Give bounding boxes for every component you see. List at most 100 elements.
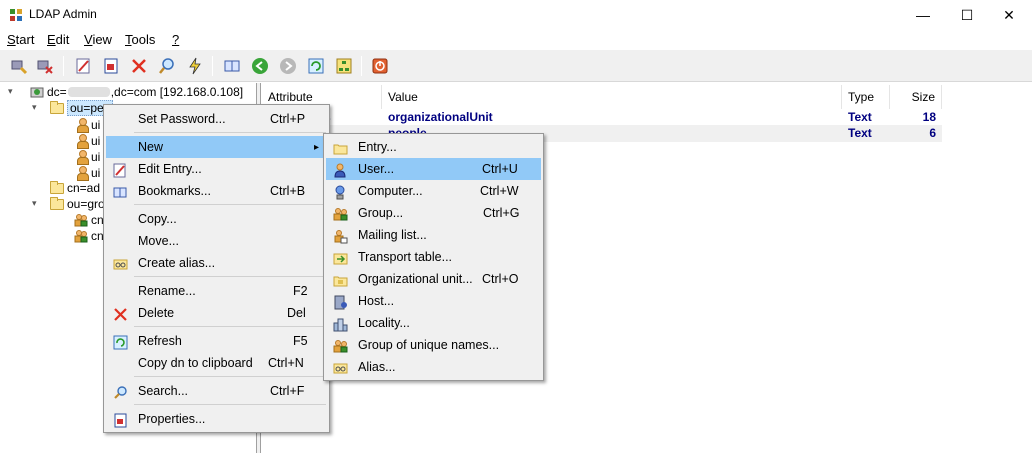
tree-user[interactable]: ui bbox=[76, 133, 100, 149]
menu-item-properties[interactable]: Properties... bbox=[106, 408, 327, 430]
ou-icon bbox=[332, 272, 348, 288]
transport-table-icon bbox=[332, 250, 348, 266]
quick-search-icon[interactable] bbox=[185, 56, 205, 76]
menu-edit[interactable]: Edit bbox=[47, 32, 69, 47]
menu-item-search[interactable]: Search... Ctrl+F bbox=[106, 380, 327, 402]
exit-icon[interactable] bbox=[370, 56, 390, 76]
menu-item-move[interactable]: Move... bbox=[106, 230, 327, 252]
context-menu: Set Password... Ctrl+P New ▸ Edit Entry.… bbox=[103, 104, 330, 433]
menu-item-edit-entry[interactable]: Edit Entry... bbox=[106, 158, 327, 180]
refresh-icon bbox=[112, 334, 128, 350]
properties-icon[interactable] bbox=[101, 56, 121, 76]
window-title: LDAP Admin bbox=[29, 7, 97, 21]
mailing-list-icon bbox=[332, 228, 348, 244]
properties-icon bbox=[112, 412, 128, 428]
submenu-item-locality[interactable]: Locality... bbox=[326, 312, 541, 334]
bookmarks-icon[interactable] bbox=[222, 56, 242, 76]
menu-separator bbox=[134, 404, 326, 405]
menu-tools[interactable]: Tools bbox=[125, 32, 155, 47]
menu-separator bbox=[134, 204, 326, 205]
submenu-item-entry[interactable]: Entry... bbox=[326, 136, 541, 158]
submenu-item-group[interactable]: Group... Ctrl+G bbox=[326, 202, 541, 224]
menu-separator bbox=[134, 376, 326, 377]
user-icon bbox=[76, 166, 89, 181]
edit-icon bbox=[112, 162, 128, 178]
minimize-button[interactable]: — bbox=[900, 0, 946, 30]
cell-type: Text bbox=[848, 110, 872, 124]
menu-separator bbox=[134, 276, 326, 277]
alias-icon bbox=[112, 256, 128, 272]
column-value[interactable]: Value bbox=[382, 85, 842, 109]
search-icon[interactable] bbox=[157, 56, 177, 76]
menu-separator bbox=[134, 132, 326, 133]
tree-root[interactable]: dc= ,dc=com [192.168.0.108] bbox=[30, 84, 243, 100]
submenu-item-organizational-unit[interactable]: Organizational unit... Ctrl+O bbox=[326, 268, 541, 290]
column-size[interactable]: Size bbox=[890, 85, 942, 109]
group-icon bbox=[332, 206, 348, 222]
collapse-icon[interactable]: ▾ bbox=[8, 86, 13, 97]
back-icon[interactable] bbox=[250, 56, 270, 76]
cell-size: 18 bbox=[922, 110, 936, 124]
menu-item-refresh[interactable]: Refresh F5 bbox=[106, 330, 327, 352]
refresh-icon[interactable] bbox=[306, 56, 326, 76]
menu-item-bookmarks[interactable]: Bookmarks... Ctrl+B bbox=[106, 180, 327, 202]
submenu-item-alias[interactable]: Alias... bbox=[326, 356, 541, 378]
submenu-arrow-icon: ▸ bbox=[314, 141, 320, 153]
server-icon bbox=[30, 87, 44, 98]
submenu-item-unique-names[interactable]: Group of unique names... bbox=[326, 334, 541, 356]
submenu-item-user[interactable]: User... Ctrl+U bbox=[326, 158, 541, 180]
menu-item-set-password[interactable]: Set Password... Ctrl+P bbox=[106, 108, 327, 130]
tree-ou-group[interactable]: ou=gro bbox=[50, 196, 105, 212]
app-icon bbox=[10, 9, 22, 21]
computer-icon bbox=[332, 184, 348, 200]
cell-type: Text bbox=[848, 126, 872, 140]
toolbar-separator bbox=[212, 56, 213, 76]
user-icon bbox=[76, 134, 89, 149]
bookmarks-icon bbox=[112, 184, 128, 200]
search-icon bbox=[112, 384, 128, 400]
cell-value: organizationalUnit bbox=[388, 110, 493, 124]
folder-icon bbox=[332, 140, 348, 156]
menu-item-rename[interactable]: Rename... F2 bbox=[106, 280, 327, 302]
submenu-item-computer[interactable]: Computer... Ctrl+W bbox=[326, 180, 541, 202]
submenu-item-mailing-list[interactable]: Mailing list... bbox=[326, 224, 541, 246]
menu-item-create-alias[interactable]: Create alias... bbox=[106, 252, 327, 274]
close-button[interactable]: ✕ bbox=[986, 0, 1032, 30]
user-icon bbox=[76, 150, 89, 165]
submenu-item-host[interactable]: Host... bbox=[326, 290, 541, 312]
close-icon: ✕ bbox=[1003, 6, 1015, 23]
group-icon bbox=[74, 214, 88, 227]
tree-cn-admin[interactable]: cn=ad bbox=[50, 180, 100, 196]
minimize-icon: — bbox=[916, 7, 930, 23]
tree-user[interactable]: ui bbox=[76, 149, 100, 165]
collapse-icon[interactable]: ▾ bbox=[32, 198, 37, 209]
maximize-button[interactable]: ☐ bbox=[944, 0, 990, 30]
tree-user[interactable]: ui bbox=[76, 117, 100, 133]
menu-bar: Start Edit View Tools ? bbox=[0, 30, 1032, 50]
toolbar bbox=[0, 50, 1032, 82]
menu-start[interactable]: Start bbox=[7, 32, 34, 47]
submenu-item-transport-table[interactable]: Transport table... bbox=[326, 246, 541, 268]
menu-help[interactable]: ? bbox=[172, 32, 179, 47]
menu-view[interactable]: View bbox=[84, 32, 112, 47]
menu-separator bbox=[134, 326, 326, 327]
column-type[interactable]: Type bbox=[842, 85, 890, 109]
tree-group[interactable]: cn bbox=[74, 212, 104, 228]
forward-icon[interactable] bbox=[278, 56, 298, 76]
host-icon bbox=[332, 294, 348, 310]
user-icon bbox=[76, 118, 89, 133]
cell-size: 6 bbox=[929, 126, 936, 140]
menu-item-copy-dn[interactable]: Copy dn to clipboard Ctrl+N bbox=[106, 352, 327, 374]
menu-item-new[interactable]: New ▸ bbox=[106, 136, 327, 158]
tree-user[interactable]: ui bbox=[76, 165, 100, 181]
schema-icon[interactable] bbox=[334, 56, 354, 76]
menu-item-copy[interactable]: Copy... bbox=[106, 208, 327, 230]
connect-icon[interactable] bbox=[9, 56, 29, 76]
tree-group[interactable]: cn bbox=[74, 228, 104, 244]
disconnect-icon[interactable] bbox=[35, 56, 55, 76]
delete-icon[interactable] bbox=[129, 56, 149, 76]
menu-item-delete[interactable]: Delete Del bbox=[106, 302, 327, 324]
unique-names-icon bbox=[332, 338, 348, 354]
collapse-icon[interactable]: ▾ bbox=[32, 102, 37, 113]
edit-entry-icon[interactable] bbox=[74, 56, 94, 76]
